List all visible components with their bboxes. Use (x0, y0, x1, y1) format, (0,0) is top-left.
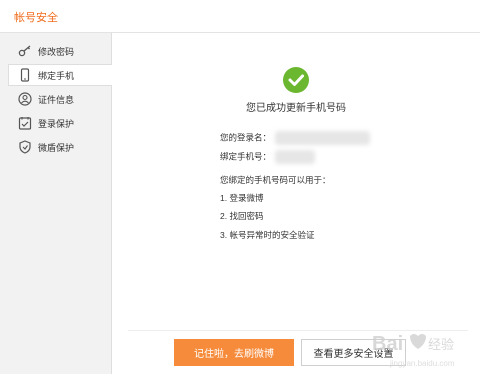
sidebar-item-label: 修改密码 (38, 46, 75, 57)
phone-label: 绑定手机号： (220, 151, 272, 162)
usage-item: 3. 帐号异常时的安全验证 (220, 230, 315, 240)
go-to-weibo-button[interactable]: 记住啦，去刷微博 (174, 339, 294, 366)
sidebar-item-label: 证件信息 (38, 94, 75, 105)
user-circle-icon (18, 92, 32, 106)
svg-text:jingyan.baidu.com: jingyan.baidu.com (389, 359, 455, 368)
sidebar-item-id-info[interactable]: 证件信息 (0, 88, 112, 110)
key-icon (18, 44, 32, 58)
sidebar-item-change-password[interactable]: 修改密码 (0, 40, 112, 62)
svg-text:Bai: Bai (372, 333, 403, 355)
baidu-watermark: Bai 经验 jingyan.baidu.com (370, 322, 470, 372)
phone-value-masked (275, 150, 316, 164)
sidebar-item-login-protection[interactable]: 登录保护 (0, 112, 112, 134)
login-name-row: 您的登录名： (220, 131, 371, 145)
sidebar-item-bind-phone[interactable]: 绑定手机 (8, 64, 113, 86)
title-bar: 帐号安全 (0, 0, 480, 33)
shield-icon (18, 140, 32, 154)
svg-text:经验: 经验 (428, 337, 454, 352)
success-check-icon (283, 67, 309, 93)
success-message: 您已成功更新手机号码 (246, 103, 346, 114)
login-name-label: 您的登录名： (220, 132, 272, 143)
window-title: 帐号安全 (14, 12, 58, 24)
sidebar-item-shield-protection[interactable]: 微盾保护 (0, 136, 112, 158)
sidebar-item-label: 绑定手机 (38, 70, 75, 81)
login-name-value-masked (275, 131, 371, 145)
usage-item: 1. 登录微博 (220, 193, 264, 203)
sidebar-item-label: 登录保护 (38, 118, 75, 129)
phone-icon (18, 68, 32, 82)
usage-item: 2. 找回密码 (220, 211, 264, 221)
sidebar-item-label: 微盾保护 (38, 142, 75, 153)
sidebar: 修改密码 绑定手机 证件信息 登录保护 微盾保护 (0, 33, 113, 374)
checklist-icon (18, 116, 32, 130)
usage-intro: 您绑定的手机号码可以用于： (220, 175, 331, 185)
phone-row: 绑定手机号： (220, 150, 316, 164)
